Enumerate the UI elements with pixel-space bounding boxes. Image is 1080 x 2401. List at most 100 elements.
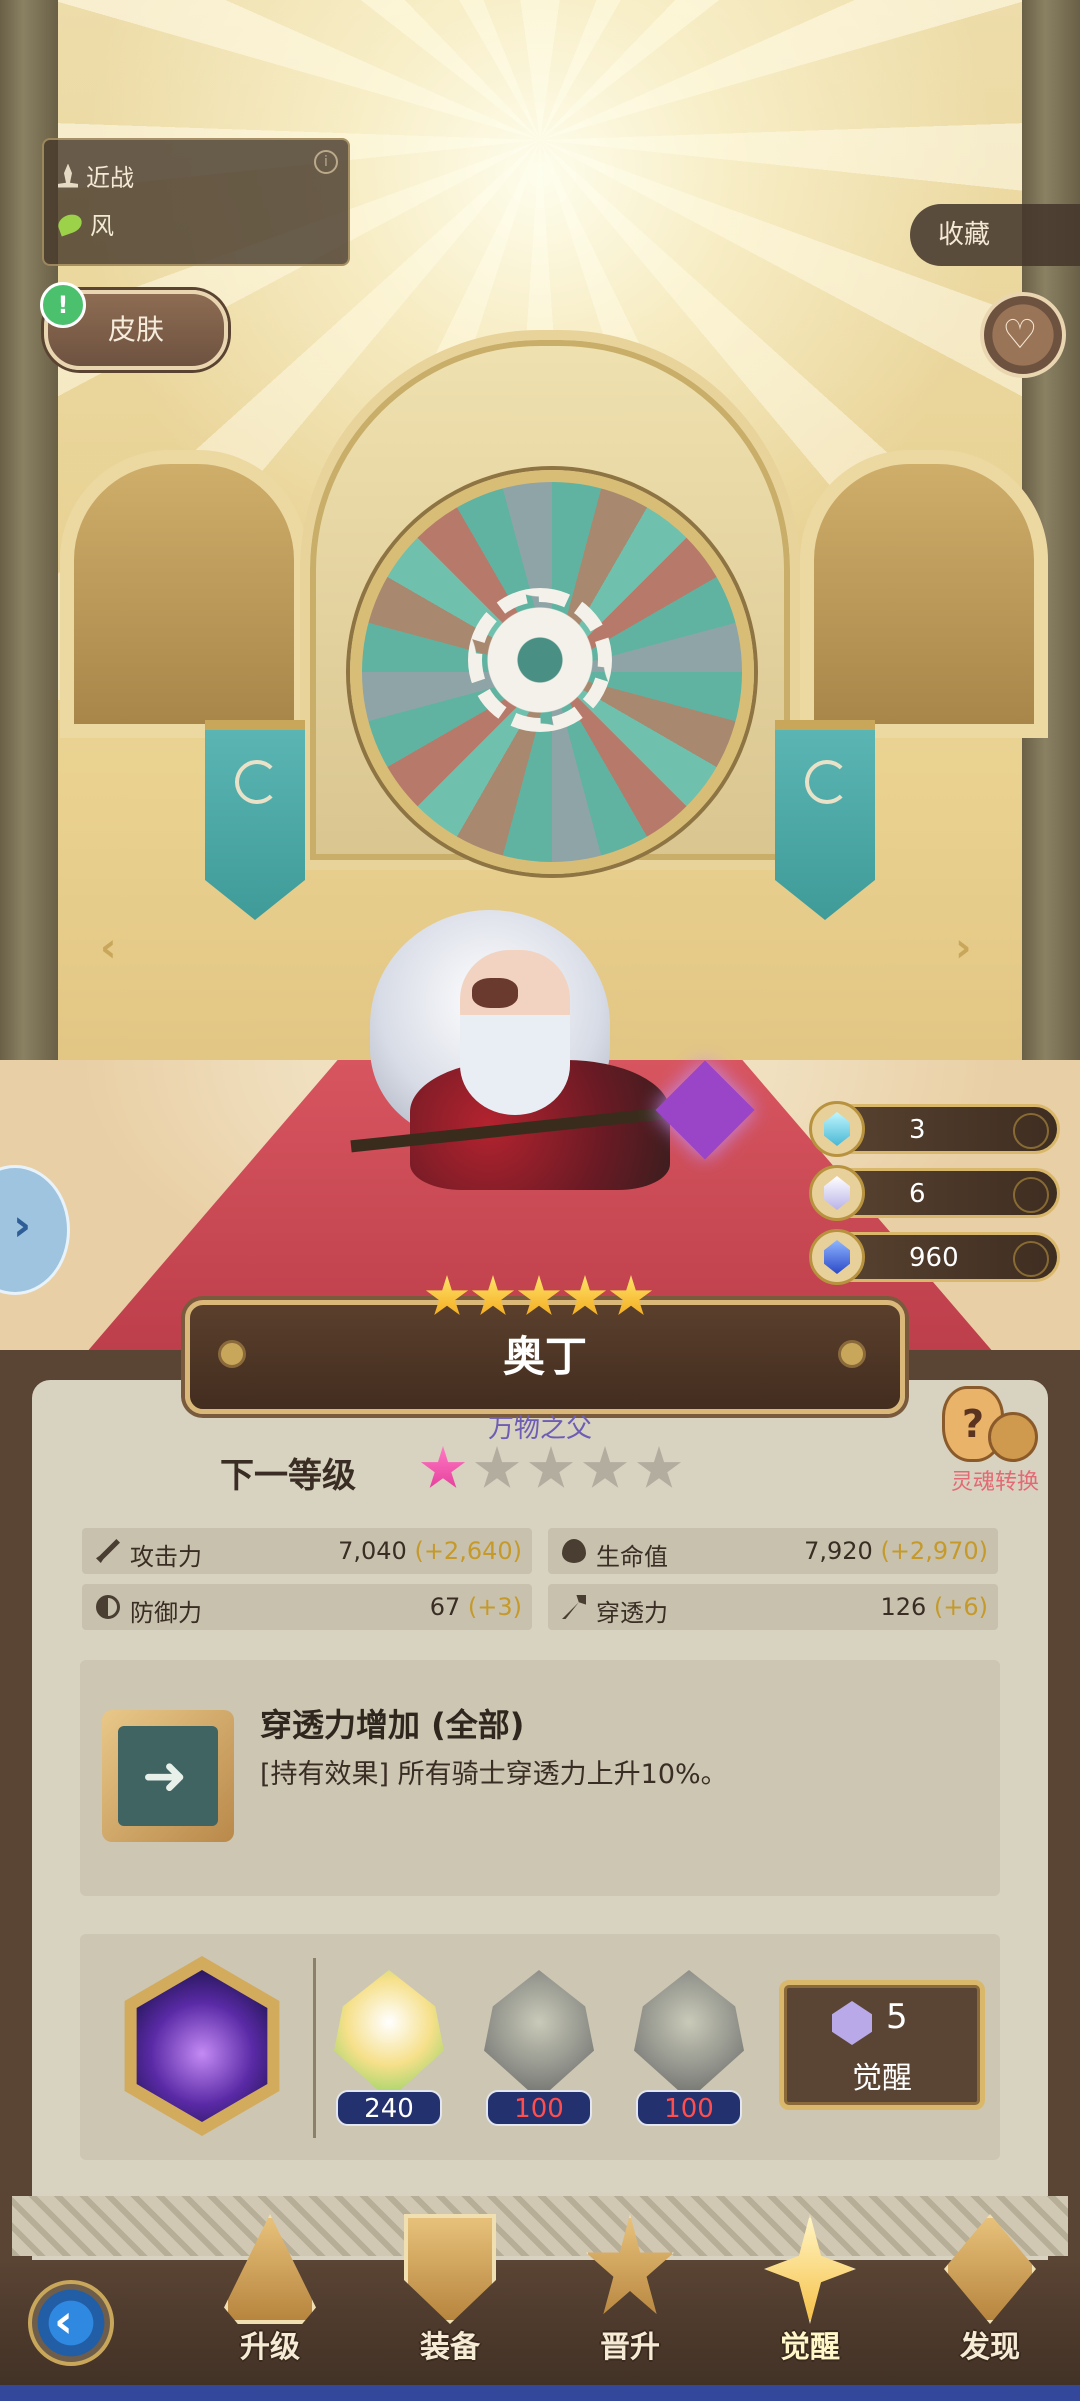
shield-tab-icon [404,2214,496,2324]
generic-shard-icon [634,1970,744,2100]
upgrade-tab-icon [224,2214,316,2324]
awakening-material[interactable]: 100 [484,1970,594,2130]
crystal-cost-icon [832,2001,872,2045]
awaken-label: 觉醒 [852,2061,912,2096]
wind-icon [55,210,85,237]
holding-effect-card: ➜ 穿透力增加 (全部) [持有效果] 所有骑士穿透力上升10%。 [80,1660,1000,1896]
hero-shard-icon [334,1970,444,2100]
stat-value: 7,920 (+2,970) [804,1537,988,1565]
white-crystal-icon [809,1165,865,1221]
left-banner [205,720,305,920]
tab-label: 发现 [960,2330,1020,2365]
right-banner [775,720,875,920]
pierce-icon [562,1595,586,1619]
hero-star-rating [425,1275,653,1319]
stat-bonus: (+2,640) [414,1537,522,1565]
gear-window-emblem [468,588,612,732]
awakening-material[interactable]: 100 [634,1970,744,2130]
pink-star-icon [420,1446,466,1488]
sword-icon [96,1539,120,1563]
favorite-heart-button[interactable]: ♡ [980,292,1066,378]
material-count: 240 [336,2090,442,2126]
hero-sprite [350,890,755,1220]
gold-star-icon [471,1275,515,1316]
tab-upgrade[interactable]: 升级 [200,2204,340,2374]
hero-title: 万物之父 [487,1414,592,1444]
element-label: 风 [90,212,114,240]
tab-label: 升级 [240,2330,300,2365]
next-level-label: 下一等级 [220,1456,356,1496]
resource-value: 3 [909,1115,926,1145]
resource-white-crystal: 6 [809,1165,1060,1221]
element-row: 风 [55,206,114,241]
heart-icon [562,1539,586,1563]
penetration-effect-icon: ➜ [102,1710,234,1842]
bottom-nav [0,2260,1080,2401]
divider [313,1958,316,2138]
empty-star-icon [474,1446,520,1488]
awakening-rune-icon[interactable] [124,1956,280,2136]
tab-promote[interactable]: 晋升 [560,2204,700,2374]
info-icon[interactable]: i [314,150,338,174]
material-count: 100 [486,2090,592,2126]
shield-icon [96,1595,120,1619]
resource-value: 960 [909,1243,959,1273]
empty-star-icon [636,1446,682,1488]
role-row: 近战 [58,158,134,193]
soul-convert-label: 灵魂转换 [950,1470,1039,1495]
alert-badge-icon: ! [40,282,86,328]
resource-blue-gem: 960 [809,1229,1060,1285]
stat-value: 7,040 (+2,640) [338,1537,522,1565]
stat-penetration: 穿透力 126 (+6) [548,1584,998,1630]
role-label: 近战 [86,164,134,192]
resource-value: 6 [909,1179,926,1209]
awakening-section: 240 100 100 5 觉醒 [80,1934,1000,2160]
empty-star-icon [528,1446,574,1488]
heart-outline-icon: ♡ [1002,312,1038,358]
stat-value: 67 (+3) [429,1593,522,1621]
stat-label: 生命值 [596,1543,668,1571]
soul-convert-button[interactable]: ? 灵魂转换 [920,1380,1070,1500]
blue-gem-icon [809,1229,865,1285]
sparkle-tab-icon [764,2214,856,2324]
stat-label: 穿透力 [596,1599,668,1627]
stat-attack: 攻击力 7,040 (+2,640) [82,1528,532,1574]
awaken-button[interactable]: 5 觉醒 [779,1980,985,2110]
awakening-material[interactable]: 240 [334,1970,444,2130]
resource-aqua-crystal: 3 [809,1101,1060,1157]
tab-label: 晋升 [600,2330,660,2365]
melee-icon [58,163,78,188]
tab-label: 装备 [420,2330,480,2365]
stat-bonus: (+3) [467,1593,522,1621]
collect-button[interactable]: 收藏 [910,204,1080,266]
gold-star-icon [563,1275,607,1316]
plate-ornament [218,1340,246,1368]
chevron-right-icon: › [13,1200,32,1251]
tab-label: 觉醒 [780,2330,840,2365]
effect-description: [持有效果] 所有骑士穿透力上升10%。 [260,1759,728,1790]
effect-title: 穿透力增加 (全部) [260,1706,525,1744]
nav-bottom-edge [0,2385,1080,2401]
stat-bonus: (+2,970) [880,1537,988,1565]
stat-value: 126 (+6) [880,1593,988,1621]
panel-hatch-strip [12,2196,1068,2256]
tab-discover[interactable]: 发现 [920,2204,1060,2374]
awaken-cost: 5 [886,1997,908,2037]
stat-label: 攻击力 [130,1543,202,1571]
gold-star-icon [609,1275,653,1316]
material-count: 100 [636,2090,742,2126]
tab-awaken[interactable]: 觉醒 [740,2204,880,2374]
stat-bonus: (+6) [933,1593,988,1621]
next-hero-arrow-icon[interactable]: › [955,925,971,971]
tab-equipment[interactable]: 装备 [380,2204,520,2374]
right-arch [800,450,1048,738]
prev-hero-arrow-icon[interactable]: ‹ [100,925,116,971]
back-button[interactable]: ‹ [28,2280,114,2366]
stat-defense: 防御力 67 (+3) [82,1584,532,1630]
star-tab-icon [585,2214,675,2315]
aqua-crystal-icon [809,1101,865,1157]
gold-star-icon [517,1275,561,1316]
generic-shard-icon [484,1970,594,2100]
left-arch [60,450,308,738]
chevron-left-icon: ‹ [54,2294,73,2348]
